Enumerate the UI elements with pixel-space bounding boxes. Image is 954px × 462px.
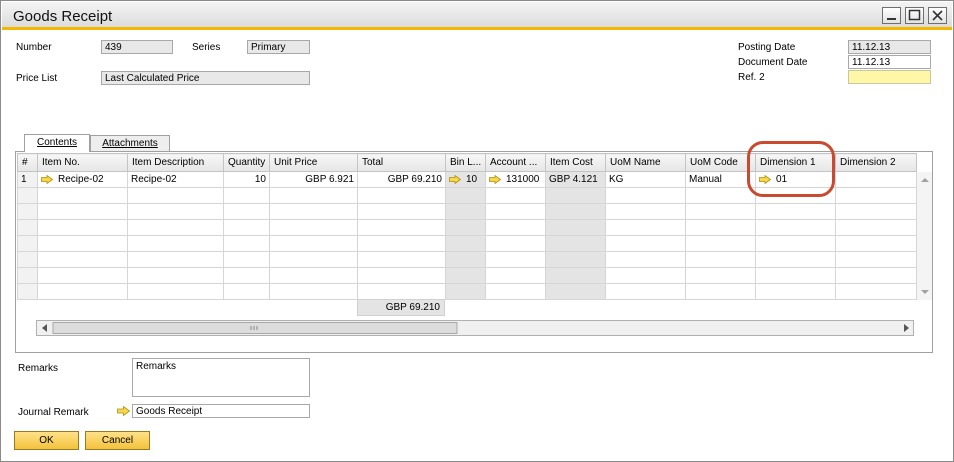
- table-row[interactable]: [17, 235, 917, 252]
- col-header-quantity[interactable]: Quantity: [223, 153, 270, 172]
- tab-attachments-label: Attachments: [102, 138, 158, 149]
- cancel-button[interactable]: Cancel: [85, 431, 150, 450]
- table-row[interactable]: [17, 251, 917, 268]
- cell-account[interactable]: 131000: [485, 171, 546, 188]
- remarks-label: Remarks: [18, 363, 59, 374]
- link-arrow-icon[interactable]: [117, 406, 130, 416]
- document-date-label: Document Date: [738, 57, 808, 68]
- col-header-uom-name[interactable]: UoM Name: [605, 153, 686, 172]
- tab-contents[interactable]: Contents: [24, 134, 90, 152]
- price-list-label: Price List: [16, 73, 58, 84]
- goods-receipt-window: Goods Receipt Number 439 Series Primary …: [0, 0, 954, 462]
- cell-quantity[interactable]: 10: [223, 171, 270, 188]
- table-row[interactable]: [17, 219, 917, 236]
- link-arrow-icon[interactable]: [489, 174, 501, 184]
- table-row[interactable]: [17, 283, 917, 300]
- col-header-item-description[interactable]: Item Description: [127, 153, 224, 172]
- cell-item-no[interactable]: Recipe-02: [37, 171, 128, 188]
- document-date-field[interactable]: 11.12.13: [848, 55, 931, 69]
- window-title: Goods Receipt: [13, 8, 113, 25]
- col-header-bin-location[interactable]: Bin L...: [445, 153, 486, 172]
- maximize-icon: [908, 9, 921, 21]
- col-header-dimension-2[interactable]: Dimension 2: [835, 153, 917, 172]
- minimize-button[interactable]: [882, 7, 901, 24]
- col-header-item-cost[interactable]: Item Cost: [545, 153, 606, 172]
- title-bar[interactable]: Goods Receipt: [2, 2, 952, 30]
- col-header-item-no[interactable]: Item No.: [37, 153, 128, 172]
- number-field[interactable]: 439: [101, 40, 173, 54]
- cell-unit-price[interactable]: GBP 6.921: [269, 171, 358, 188]
- remarks-field[interactable]: Remarks: [132, 358, 310, 397]
- table-row[interactable]: [17, 203, 917, 220]
- cell-item-description[interactable]: Recipe-02: [127, 171, 224, 188]
- col-header-total[interactable]: Total: [357, 153, 446, 172]
- col-header-num[interactable]: #: [17, 153, 38, 172]
- dimension-1-highlight: [747, 141, 835, 197]
- series-field[interactable]: Primary: [247, 40, 310, 54]
- price-list-field[interactable]: Last Calculated Price: [101, 71, 310, 85]
- journal-remark-label: Journal Remark: [18, 407, 89, 418]
- tab-contents-label: Contents: [36, 137, 78, 148]
- series-label: Series: [192, 42, 221, 53]
- cell-uom-name[interactable]: KG: [605, 171, 686, 188]
- journal-remark-field[interactable]: Goods Receipt: [132, 404, 310, 418]
- grid-footer-total: GBP 69.210: [357, 299, 445, 316]
- cell-bin-location[interactable]: 10: [445, 171, 486, 188]
- link-arrow-icon[interactable]: [449, 174, 461, 184]
- minimize-icon: [887, 18, 896, 20]
- account-value: 131000: [506, 174, 540, 185]
- ok-button[interactable]: OK: [14, 431, 79, 450]
- posting-date-field[interactable]: 11.12.13: [848, 40, 931, 54]
- scroll-track-icon: [42, 322, 909, 334]
- col-header-unit-price[interactable]: Unit Price: [269, 153, 358, 172]
- item-no-value: Recipe-02: [58, 174, 104, 185]
- cell-uom-code[interactable]: Manual: [685, 171, 756, 188]
- table-row[interactable]: [17, 267, 917, 284]
- col-header-uom-code[interactable]: UoM Code: [685, 153, 756, 172]
- cell-total[interactable]: GBP 69.210: [357, 171, 446, 188]
- bin-value: 10: [466, 174, 478, 185]
- number-label: Number: [16, 42, 52, 53]
- close-icon: [932, 10, 943, 21]
- close-button[interactable]: [928, 7, 947, 24]
- cell-item-cost[interactable]: GBP 4.121: [545, 171, 606, 188]
- cell-dimension-2[interactable]: [835, 171, 917, 188]
- posting-date-label: Posting Date: [738, 42, 796, 53]
- scroll-arrows-icon: [921, 178, 929, 294]
- ref2-field[interactable]: [848, 70, 931, 84]
- maximize-button[interactable]: [905, 7, 924, 24]
- col-header-account[interactable]: Account ...: [485, 153, 546, 172]
- ref2-label: Ref. 2: [738, 72, 765, 83]
- row-number[interactable]: 1: [17, 171, 38, 188]
- link-arrow-icon[interactable]: [41, 174, 53, 184]
- tab-attachments[interactable]: Attachments: [90, 135, 170, 152]
- grid-vertical-scrollbar[interactable]: [916, 172, 932, 300]
- grid-horizontal-scrollbar[interactable]: [36, 320, 914, 336]
